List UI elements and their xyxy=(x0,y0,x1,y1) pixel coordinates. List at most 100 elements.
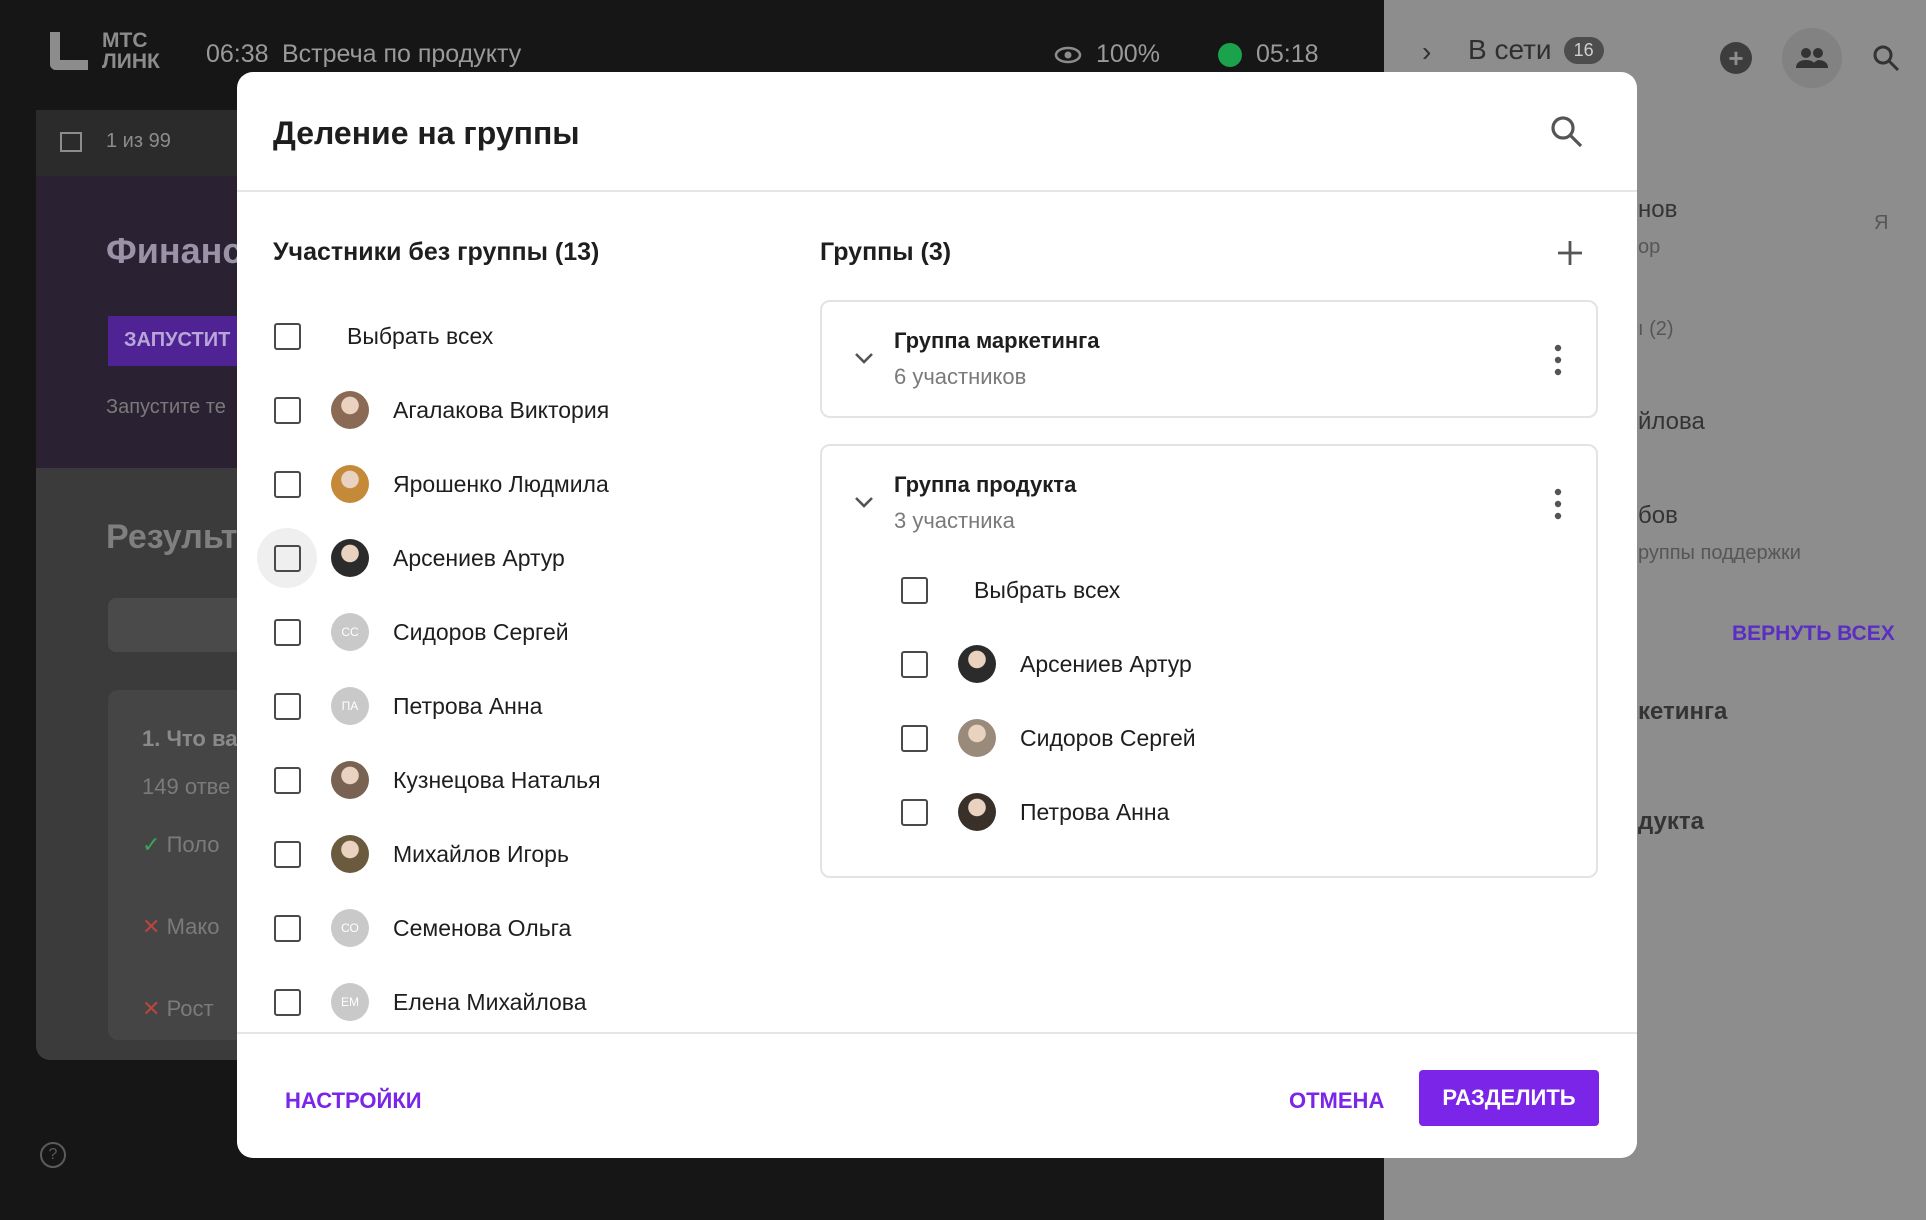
timer-icon xyxy=(1218,42,1242,67)
participant-checkbox[interactable] xyxy=(900,724,928,752)
participant-row[interactable]: СС Сидоров Сергей xyxy=(273,602,569,662)
add-circle-icon[interactable]: + xyxy=(1720,42,1752,74)
avatar xyxy=(331,465,369,503)
dialog-header: Деление на группы xyxy=(237,72,1637,192)
split-groups-dialog: Деление на группы Участники без группы (… xyxy=(237,72,1637,1158)
help-icon[interactable]: ? xyxy=(40,1142,66,1168)
participant-row[interactable]: ПА Петрова Анна xyxy=(273,676,542,736)
more-vertical-icon[interactable] xyxy=(1554,344,1562,376)
timer-value: 05:18 xyxy=(1256,40,1319,68)
online-header: В сети 16 xyxy=(1468,34,1604,66)
meeting-clock: 06:38 xyxy=(206,40,269,68)
groups-title: Группы (3) xyxy=(820,238,952,266)
sidebar-fragment-4-sub: руппы поддержки xyxy=(1638,542,1801,564)
logo-mark-icon xyxy=(50,32,88,70)
participant-name: Михайлов Игорь xyxy=(393,840,569,867)
participant-name: Арсениев Артур xyxy=(1020,650,1192,677)
logo-line-2: ЛИНК xyxy=(102,50,160,73)
view-percent: 100% xyxy=(1096,40,1160,68)
eye-icon xyxy=(1054,46,1082,63)
participant-name: Сидоров Сергей xyxy=(393,618,569,645)
participant-name: Петрова Анна xyxy=(1020,798,1170,825)
avatar xyxy=(331,391,369,429)
meeting-timer: 05:18 xyxy=(1218,40,1319,69)
participant-row[interactable]: Агалакова Виктория xyxy=(273,380,609,440)
search-icon[interactable] xyxy=(1872,44,1900,72)
participant-name: Сидоров Сергей xyxy=(1020,724,1196,751)
sidebar-fragment-1-sub: ор xyxy=(1638,236,1661,258)
view-indicator: 100% xyxy=(1054,40,1160,69)
select-all-checkbox[interactable] xyxy=(273,322,301,350)
online-label: В сети xyxy=(1468,34,1552,65)
participant-checkbox[interactable] xyxy=(273,618,301,646)
participant-row[interactable]: Арсениев Артур xyxy=(257,528,565,588)
group-count: 6 участников xyxy=(894,364,1027,389)
participant-row[interactable]: Михайлов Игорь xyxy=(273,824,569,884)
check-icon: ✓ xyxy=(142,832,161,857)
cross-icon: ✕ xyxy=(142,996,161,1021)
participant-checkbox[interactable] xyxy=(900,650,928,678)
group-select-all-label: Выбрать всех xyxy=(974,576,1121,603)
avatar xyxy=(331,539,369,577)
ungrouped-title: Участники без группы (13) xyxy=(273,238,600,266)
avatar: СС xyxy=(331,613,369,651)
participant-checkbox[interactable] xyxy=(273,988,301,1016)
participant-name: Арсениев Артур xyxy=(393,544,565,571)
sidebar-fragment-4: бов xyxy=(1638,502,1678,529)
avatar xyxy=(331,835,369,873)
avatar: ЕМ xyxy=(331,983,369,1021)
participant-checkbox[interactable] xyxy=(273,914,301,942)
participant-checkbox[interactable] xyxy=(273,396,301,424)
participant-row[interactable]: Петрова Анна xyxy=(900,782,1169,842)
participant-row[interactable]: Кузнецова Наталья xyxy=(273,750,601,810)
chevron-down-icon[interactable] xyxy=(852,346,876,370)
participant-checkbox[interactable] xyxy=(273,544,301,572)
participant-row[interactable]: Арсениев Артур xyxy=(900,634,1192,694)
avatar: ПА xyxy=(331,687,369,725)
participant-row[interactable]: СО Семенова Ольга xyxy=(273,898,571,958)
group-card[interactable]: Группа маркетинга 6 участников xyxy=(820,300,1598,418)
group-select-all-checkbox[interactable] xyxy=(900,576,928,604)
people-icon[interactable] xyxy=(1782,28,1842,88)
chevron-down-icon[interactable] xyxy=(852,490,876,514)
participant-checkbox[interactable] xyxy=(273,766,301,794)
avatar xyxy=(958,793,996,831)
group-card[interactable]: Группа продукта 3 участника Выбрать всех… xyxy=(820,444,1598,878)
participant-checkbox[interactable] xyxy=(273,470,301,498)
launch-hint: Запустите те xyxy=(106,396,226,418)
plus-icon[interactable] xyxy=(1555,238,1585,268)
answer-row-1: ✓ Поло xyxy=(142,832,220,857)
participant-name: Семенова Ольга xyxy=(393,914,572,941)
answer-row-3: ✕ Рост xyxy=(142,996,214,1021)
participant-checkbox[interactable] xyxy=(273,692,301,720)
sidebar-toggle-icon[interactable] xyxy=(60,132,82,152)
answer-row-2: ✕ Мако xyxy=(142,914,220,939)
logo-line-1: МТС xyxy=(102,29,148,52)
split-button[interactable]: РАЗДЕЛИТЬ xyxy=(1419,1070,1599,1126)
avatar xyxy=(958,719,996,757)
return-all-button[interactable]: ВЕРНУТЬ ВСЕХ xyxy=(1732,622,1895,646)
sidebar-me-label: Я xyxy=(1874,212,1889,234)
settings-button[interactable]: НАСТРОЙКИ xyxy=(285,1088,422,1114)
more-vertical-icon[interactable] xyxy=(1554,488,1562,520)
participant-name: Агалакова Виктория xyxy=(393,396,610,423)
participant-checkbox[interactable] xyxy=(900,798,928,826)
group-name: Группа продукта xyxy=(894,472,1077,497)
cross-icon: ✕ xyxy=(142,914,161,939)
avatar: СО xyxy=(331,909,369,947)
cancel-button[interactable]: ОТМЕНА xyxy=(1289,1088,1384,1114)
sidebar-fragment-3: йлова xyxy=(1638,408,1705,435)
search-icon[interactable] xyxy=(1549,114,1585,150)
sidebar-fragment-6: дукта xyxy=(1638,808,1704,835)
sidebar-fragment-5: кетинга xyxy=(1638,698,1728,725)
participant-row[interactable]: Сидоров Сергей xyxy=(900,708,1196,768)
participant-row[interactable]: ЕМ Елена Михайлова xyxy=(273,972,587,1032)
dialog-title: Деление на группы xyxy=(273,115,580,151)
chevron-right-icon[interactable]: › xyxy=(1422,36,1431,68)
select-all-row[interactable]: Выбрать всех xyxy=(273,306,493,366)
participant-checkbox[interactable] xyxy=(273,840,301,868)
group-select-all-row[interactable]: Выбрать всех xyxy=(900,560,1120,620)
dialog-footer: НАСТРОЙКИ ОТМЕНА РАЗДЕЛИТЬ xyxy=(237,1032,1637,1158)
question-text: 1. Что ва xyxy=(142,726,238,751)
participant-row[interactable]: Ярошенко Людмила xyxy=(273,454,609,514)
